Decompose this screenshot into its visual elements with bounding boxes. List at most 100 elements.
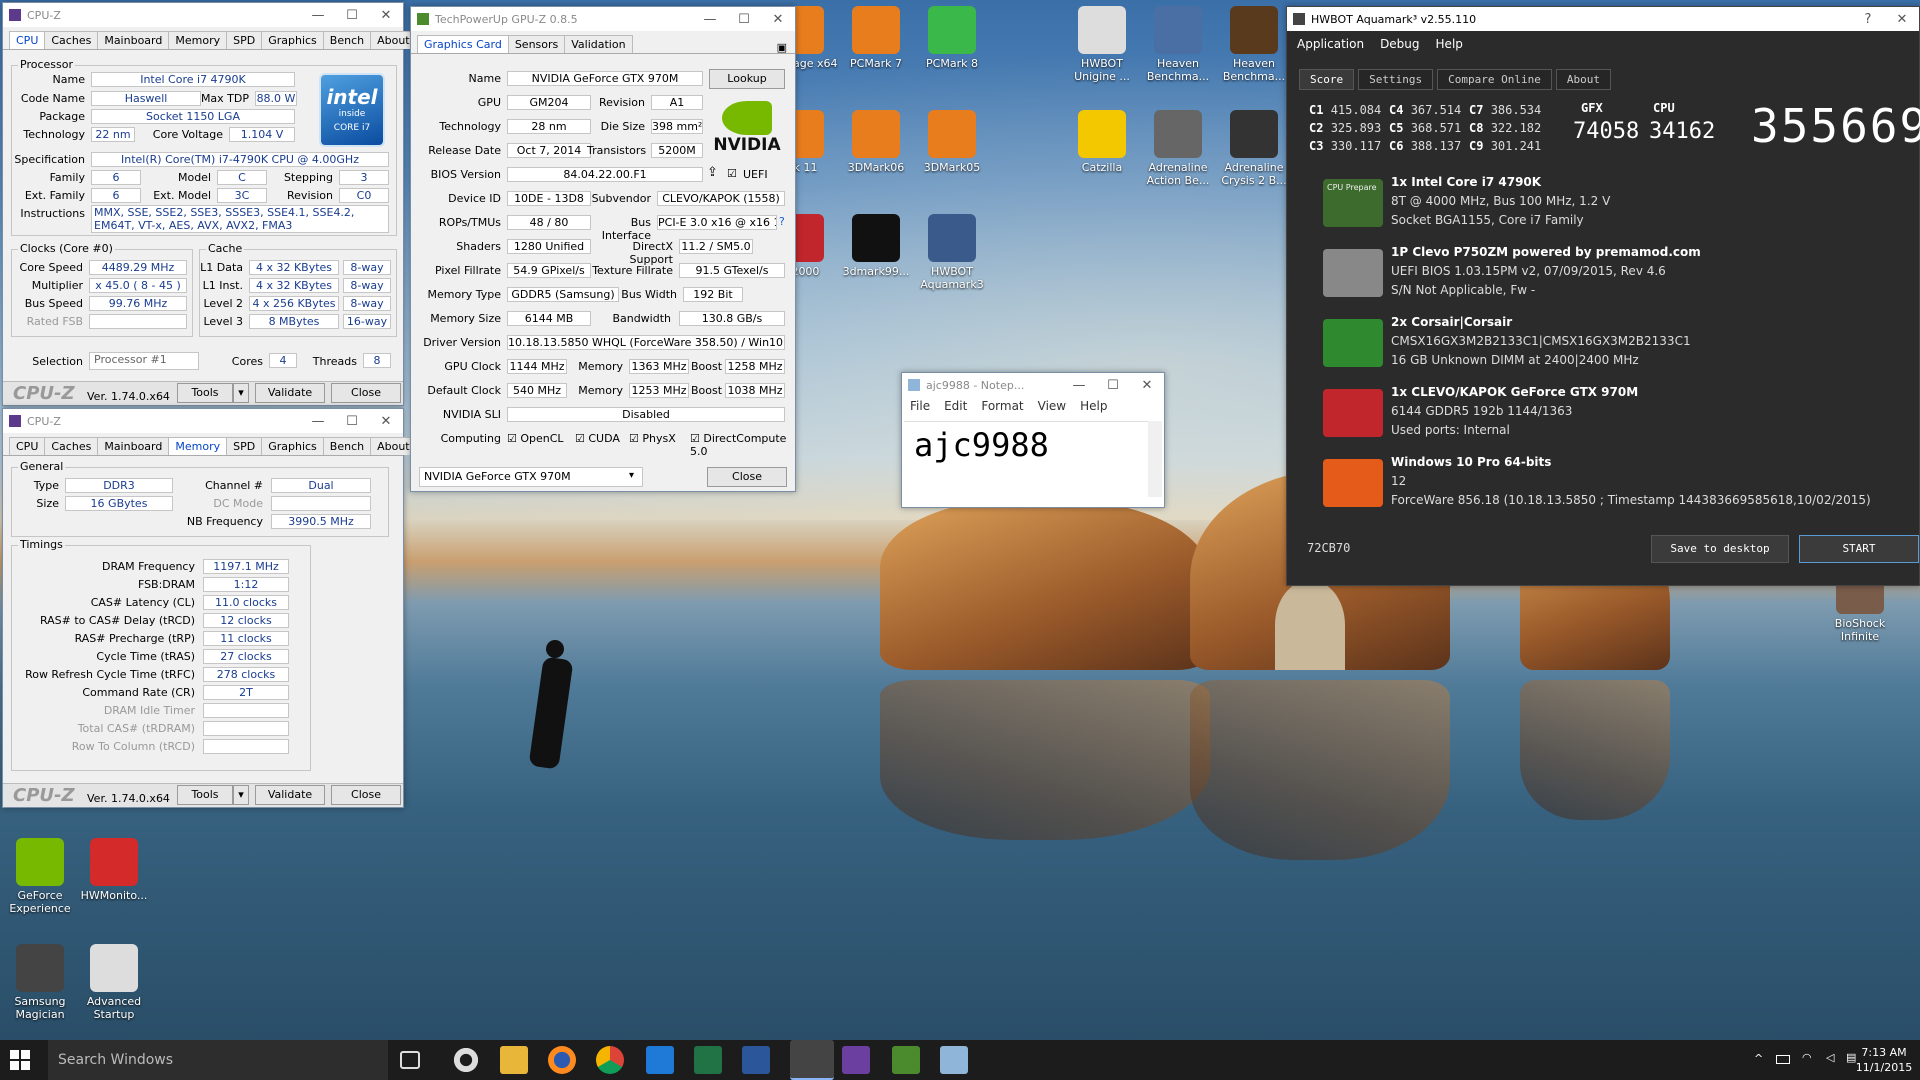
maximize-icon[interactable]: ☐ xyxy=(335,8,369,23)
desktop-icon-heaven-benchma-[interactable]: Heaven Benchma... xyxy=(1214,6,1294,83)
processor-select[interactable]: Processor #1 xyxy=(89,352,199,370)
desktop-icon-3dmark99-[interactable]: 3dmark99... xyxy=(836,214,916,278)
menu-edit[interactable]: Edit xyxy=(944,399,967,413)
close-icon[interactable]: ✕ xyxy=(1885,12,1919,27)
title-bar[interactable]: CPU-Z — ☐ ✕ xyxy=(3,3,403,27)
task-view-icon[interactable] xyxy=(400,1051,420,1069)
menu-help[interactable]: Help xyxy=(1080,399,1107,413)
chevron-down-icon[interactable]: ▾ xyxy=(629,470,634,481)
menu-application[interactable]: Application xyxy=(1297,37,1364,51)
tab-graphics[interactable]: Graphics xyxy=(261,31,324,49)
close-icon[interactable]: ✕ xyxy=(761,12,795,27)
menu-format[interactable]: Format xyxy=(981,399,1023,413)
gear-app-icon[interactable] xyxy=(646,1046,674,1074)
cpuz-window-memory[interactable]: CPU-Z — ☐ ✕ CPU Caches Mainboard Memory SPD Grap… xyxy=(2,408,417,808)
title-bar[interactable]: ajc9988 - Notep... — ☐ ✕ xyxy=(902,373,1164,397)
tray-chevron-icon[interactable]: ^ xyxy=(1754,1052,1763,1065)
desktop-icon-advanced-startup[interactable]: Advanced Startup xyxy=(74,944,154,1021)
validate-button[interactable]: Validate xyxy=(255,383,325,403)
tab-bench[interactable]: Bench xyxy=(322,31,372,49)
search-box[interactable]: Search Windows xyxy=(48,1040,388,1080)
save-to-desktop-button[interactable]: Save to desktop xyxy=(1651,535,1789,563)
desktop-icon-pcmark-7[interactable]: PCMark 7 xyxy=(836,6,916,70)
tab-mainboard[interactable]: Mainboard xyxy=(97,31,170,49)
clock[interactable]: 7:13 AM 11/1/2015 xyxy=(1852,1045,1916,1075)
tab-sensors[interactable]: Sensors xyxy=(507,35,566,53)
network-icon[interactable]: ◠ xyxy=(1802,1051,1812,1064)
close-icon[interactable]: ✕ xyxy=(369,414,403,429)
close-icon[interactable]: ✕ xyxy=(369,8,403,23)
tab-compare-online[interactable]: Compare Online xyxy=(1437,69,1552,90)
volume-icon[interactable]: ◁ xyxy=(1826,1051,1834,1064)
tab-bench[interactable]: Bench xyxy=(322,437,372,455)
minimize-icon[interactable]: — xyxy=(301,414,335,429)
tab-memory[interactable]: Memory xyxy=(168,437,228,455)
start-button[interactable]: START xyxy=(1799,535,1919,563)
battery-icon[interactable] xyxy=(1776,1055,1790,1064)
desktop-icon-hwmonito-[interactable]: HWMonito... xyxy=(74,838,154,902)
tab-score[interactable]: Score xyxy=(1299,69,1355,90)
cpuz-window-cpu[interactable]: CPU-Z — ☐ ✕ CPU Caches Mainboard Memory SPD Grap… xyxy=(2,2,417,406)
notepad-window[interactable]: ajc9988 - Notep... — ☐ ✕ File Edit Format View… xyxy=(901,372,1165,508)
gpuz-taskbar-icon[interactable] xyxy=(790,1040,834,1080)
desktop-icon-adrenaline-crysis-2-b-[interactable]: Adrenaline Crysis 2 B... xyxy=(1214,110,1294,187)
aquamark-taskbar-icon[interactable] xyxy=(892,1046,920,1074)
desktop-icon-pcmark-8[interactable]: PCMark 8 xyxy=(912,6,992,70)
aquamark-window[interactable]: HWBOT Aquamark³ v2.55.110? ✕ Application D… xyxy=(1286,6,1920,586)
settings-gear-icon[interactable] xyxy=(452,1046,480,1074)
desktop-icon-3dmark06[interactable]: 3DMark06 xyxy=(836,110,916,174)
notepad-taskbar-icon[interactable] xyxy=(940,1046,968,1074)
tools-button[interactable]: Tools xyxy=(177,383,233,403)
close-button[interactable]: Close xyxy=(707,467,787,487)
menu-help[interactable]: Help xyxy=(1436,37,1463,51)
word-icon[interactable] xyxy=(742,1046,770,1074)
file-explorer-icon[interactable] xyxy=(500,1046,528,1074)
cpuz-taskbar-icon[interactable] xyxy=(842,1046,870,1074)
tab-validation[interactable]: Validation xyxy=(564,35,633,53)
maximize-icon[interactable]: ☐ xyxy=(335,414,369,429)
close-icon[interactable]: ✕ xyxy=(1130,378,1164,393)
desktop-icon-adrenaline-action-be-[interactable]: Adrenaline Action Be... xyxy=(1138,110,1218,187)
scrollbar[interactable] xyxy=(1148,421,1162,497)
help-icon[interactable]: ? xyxy=(1851,12,1885,27)
share-icon[interactable]: ⇪ xyxy=(707,165,718,180)
tools-dropdown-icon[interactable]: ▾ xyxy=(233,383,249,403)
gpuz-window[interactable]: TechPowerUp GPU-Z 0.8.5 — ☐ ✕ Graphics Card… xyxy=(410,6,796,492)
camera-icon[interactable]: ▣ xyxy=(777,41,787,54)
tab-mainboard[interactable]: Mainboard xyxy=(97,437,170,455)
desktop-icon-samsung-magician[interactable]: Samsung Magician xyxy=(0,944,80,1021)
help-icon[interactable]: ? xyxy=(779,215,785,228)
text-area[interactable]: ajc9988 xyxy=(904,421,1150,497)
desktop-icon-3dmark05[interactable]: 3DMark05 xyxy=(912,110,992,174)
tab-graphics[interactable]: Graphics xyxy=(261,437,324,455)
card-select[interactable]: NVIDIA GeForce GTX 970M xyxy=(419,467,643,487)
desktop-icon-hwbot-unigine-[interactable]: HWBOT Unigine ... xyxy=(1062,6,1142,83)
menu-file[interactable]: File xyxy=(910,399,930,413)
title-bar[interactable]: TechPowerUp GPU-Z 0.8.5 — ☐ ✕ xyxy=(411,7,795,31)
validate-button[interactable]: Validate xyxy=(255,785,325,805)
tab-graphics-card[interactable]: Graphics Card xyxy=(417,35,509,53)
close-button[interactable]: Close xyxy=(331,785,401,805)
windows-start-icon[interactable] xyxy=(10,1050,30,1070)
tab-spd[interactable]: SPD xyxy=(226,437,263,455)
maximize-icon[interactable]: ☐ xyxy=(727,12,761,27)
title-bar[interactable]: HWBOT Aquamark³ v2.55.110? ✕ xyxy=(1287,7,1919,31)
tools-button[interactable]: Tools xyxy=(177,785,233,805)
close-button[interactable]: Close xyxy=(331,383,401,403)
minimize-icon[interactable]: — xyxy=(693,12,727,27)
desktop-icon-geforce-experience[interactable]: GeForce Experience xyxy=(0,838,80,915)
title-bar[interactable]: CPU-Z — ☐ ✕ xyxy=(3,409,403,433)
tab-about[interactable]: About xyxy=(1555,69,1611,90)
menu-debug[interactable]: Debug xyxy=(1380,37,1419,51)
firefox-icon[interactable] xyxy=(548,1046,576,1074)
excel-icon[interactable] xyxy=(694,1046,722,1074)
chrome-icon[interactable] xyxy=(596,1046,624,1074)
lookup-button[interactable]: Lookup xyxy=(709,69,785,89)
desktop-icon-catzilla[interactable]: Catzilla xyxy=(1062,110,1142,174)
tab-cpu[interactable]: CPU xyxy=(9,437,46,455)
tab-cpu[interactable]: CPU xyxy=(9,31,46,49)
tab-spd[interactable]: SPD xyxy=(226,31,263,49)
menu-view[interactable]: View xyxy=(1038,399,1066,413)
tab-memory[interactable]: Memory xyxy=(168,31,228,49)
tab-caches[interactable]: Caches xyxy=(44,31,99,49)
